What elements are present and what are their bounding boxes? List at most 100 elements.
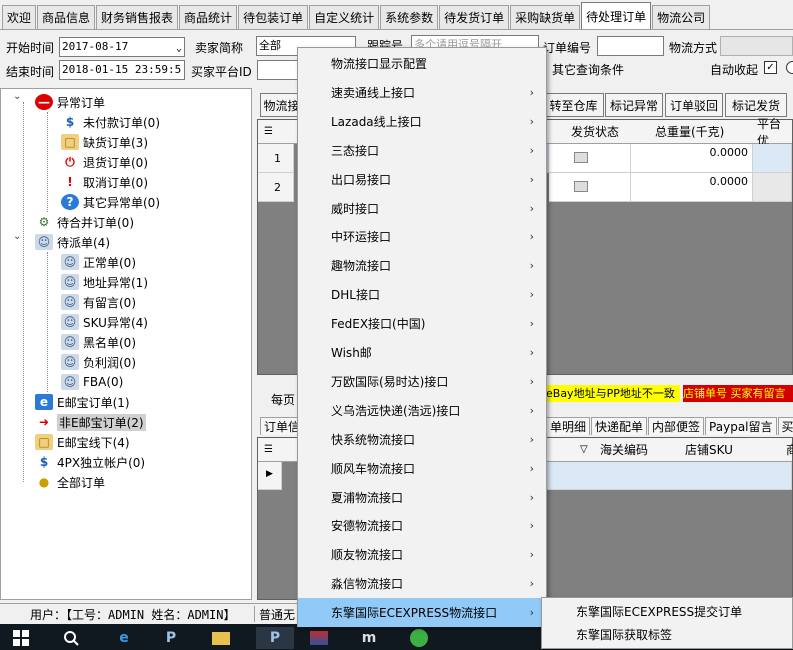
menu-item-8[interactable]: DHL接口 › xyxy=(298,280,546,309)
menu-item-label: 顺风车物流接口 xyxy=(331,461,416,476)
coins-icon: ● xyxy=(38,475,50,489)
tree-item-16[interactable]: ➜ 非E邮宝订单(2) xyxy=(35,412,146,432)
menu-item-14[interactable]: 顺风车物流接口 › xyxy=(298,454,546,483)
menu-item-16[interactable]: 安德物流接口 › xyxy=(298,511,546,540)
tree-item-11[interactable]: ☺ SKU异常(4) xyxy=(61,312,148,332)
tree-item-13[interactable]: ☺ 负利润(0) xyxy=(61,352,136,372)
tree-item-5[interactable]: ? 其它异常单(0) xyxy=(61,192,160,212)
expand-toggle-icon[interactable]: ⌄ xyxy=(13,231,21,242)
tree-item-14[interactable]: ☺ FBA(0) xyxy=(61,372,123,392)
tab-0[interactable]: 欢迎 xyxy=(2,5,37,29)
menu-item-label: 快系统物流接口 xyxy=(331,432,416,447)
grid-menu-icon[interactable]: ☰ xyxy=(264,444,273,455)
app-p-icon[interactable]: P xyxy=(160,627,182,649)
tree-item-label: SKU异常(4) xyxy=(83,315,148,330)
search-icon[interactable] xyxy=(60,627,82,649)
tab-9[interactable]: 待处理订单 xyxy=(581,2,652,29)
start-time-field[interactable]: 2017-08-17 ⌄ xyxy=(59,37,185,57)
address-mismatch-banner: eBay地址与PP地址不一致 xyxy=(546,385,680,402)
menu-item-6[interactable]: 中环运接口 › xyxy=(298,222,546,251)
menu-item-19[interactable]: 东擎国际ECEXPRESS物流接口 › xyxy=(298,598,546,628)
tab-7[interactable]: 待发货订单 xyxy=(439,5,510,29)
tree-item-12[interactable]: ☺ 黑名单(0) xyxy=(61,332,136,352)
menu-item-15[interactable]: 夏浦物流接口 › xyxy=(298,483,546,512)
menu-item-18[interactable]: 淼信物流接口 › xyxy=(298,569,546,598)
user-icon: ☺ xyxy=(61,314,79,330)
tree-item-1[interactable]: $ 未付款订单(0) xyxy=(61,112,160,132)
menu-item-11[interactable]: 万欧国际(易时达)接口 › xyxy=(298,367,546,396)
tab-6[interactable]: 系统参数 xyxy=(380,5,439,29)
end-time-label: 结束时间 xyxy=(6,65,55,79)
tab-8[interactable]: 采购缺货单 xyxy=(510,5,581,29)
tree-item-label: 取消订单(0) xyxy=(83,175,148,190)
menu-item-5[interactable]: 威时接口 › xyxy=(298,194,546,223)
tree-item-label: 其它异常单(0) xyxy=(83,195,160,210)
row-selector[interactable]: ▶ xyxy=(258,462,282,490)
tree-item-8[interactable]: ☺ 正常单(0) xyxy=(61,252,136,272)
tab-order-detail[interactable]: 单明细 xyxy=(546,417,591,435)
platform-id-input[interactable] xyxy=(257,60,302,80)
tree-item-19[interactable]: ● 全部订单 xyxy=(35,472,105,492)
tree-item-3[interactable]: ⏻ 退货订单(0) xyxy=(61,152,148,172)
tree-item-0[interactable]: — 异常订单 xyxy=(35,92,105,112)
app-p-active-icon[interactable]: P xyxy=(256,627,294,649)
tab-internal-note[interactable]: 内部便签 xyxy=(648,417,705,435)
menu-item-ecexpress-label[interactable]: 东擎国际获取标签 xyxy=(542,623,792,646)
auto-fold-radio[interactable] xyxy=(786,61,793,74)
tree-item-10[interactable]: ☺ 有留言(0) xyxy=(61,292,136,312)
tree-item-18[interactable]: $4PX独立帐户(0) xyxy=(35,452,145,472)
auto-fold-checkbox[interactable]: ✓ xyxy=(764,61,777,74)
tab-3[interactable]: 商品统计 xyxy=(179,5,238,29)
end-time-field[interactable]: 2018-01-15 23:59:5 xyxy=(59,60,185,80)
mark-shipped-button[interactable]: 标记发货 xyxy=(725,93,787,117)
menu-item-1[interactable]: 速卖通线上接口 › xyxy=(298,78,546,107)
expand-toggle-icon[interactable]: ⌄ xyxy=(13,91,21,102)
menu-item-9[interactable]: FedEX接口(中国) › xyxy=(298,309,546,338)
logistics-select[interactable] xyxy=(720,36,793,56)
edge-icon[interactable]: e xyxy=(113,627,135,649)
menu-item-17[interactable]: 顺友物流接口 › xyxy=(298,540,546,569)
tree-item-7[interactable]: ☺ 待派单(4) xyxy=(35,232,110,252)
tab-2[interactable]: 财务销售报表 xyxy=(96,5,179,29)
ship-status-cell[interactable] xyxy=(549,144,631,173)
menu-item-0[interactable]: 物流接口显示配置 xyxy=(298,49,546,78)
tab-paypal-msg[interactable]: Paypal留言 xyxy=(705,417,777,435)
tab-10[interactable]: 物流公司 xyxy=(652,5,711,29)
reject-order-button[interactable]: 订单驳回 xyxy=(665,93,723,117)
tab-courier[interactable]: 快递配单 xyxy=(591,417,648,435)
menu-item-3[interactable]: 三态接口 › xyxy=(298,136,546,165)
ship-status-cell[interactable] xyxy=(549,173,631,202)
tree-item-label: 退货订单(0) xyxy=(83,155,148,170)
order-number-input[interactable] xyxy=(597,36,664,56)
menu-item-ecexpress-submit[interactable]: 东擎国际ECEXPRESS提交订单 xyxy=(542,600,792,623)
start-time-value: 2017-08-17 xyxy=(62,40,129,53)
tab-buyer[interactable]: 买家 xyxy=(777,417,793,435)
tree-item-17[interactable]: □ E邮宝线下(4) xyxy=(35,432,130,452)
folder-icon[interactable] xyxy=(210,627,232,649)
app-green-icon[interactable] xyxy=(408,627,430,649)
app-flag-icon[interactable] xyxy=(308,627,330,649)
tree-item-9[interactable]: ☺ 地址异常(1) xyxy=(61,272,148,292)
tree-item-15[interactable]: e E邮宝订单(1) xyxy=(35,392,130,412)
menu-item-2[interactable]: Lazada线上接口 › xyxy=(298,107,546,136)
tree-item-2[interactable]: □ 缺货订单(3) xyxy=(61,132,148,152)
other-conditions-label[interactable]: 其它查询条件 xyxy=(552,61,624,78)
tree-item-label: 待合并订单(0) xyxy=(57,215,134,230)
e-icon: e xyxy=(35,394,53,410)
mark-exception-button[interactable]: 标记异常 xyxy=(605,93,663,117)
grid-menu-icon[interactable]: ☰ xyxy=(264,126,273,137)
tab-5[interactable]: 自定义统计 xyxy=(309,5,380,29)
tree-item-6[interactable]: ⚙ 待合并订单(0) xyxy=(35,212,134,232)
tab-1[interactable]: 商品信息 xyxy=(37,5,96,29)
tab-4[interactable]: 待包装订单 xyxy=(238,5,309,29)
menu-item-10[interactable]: Wish邮 › xyxy=(298,338,546,367)
menu-item-7[interactable]: 趣物流接口 › xyxy=(298,251,546,280)
menu-item-4[interactable]: 出口易接口 › xyxy=(298,165,546,194)
transfer-warehouse-button[interactable]: 转至仓库 xyxy=(543,93,604,117)
menu-item-12[interactable]: 义乌浩远快递(浩远)接口 › xyxy=(298,396,546,425)
tree-item-4[interactable]: ! 取消订单(0) xyxy=(61,172,148,192)
logistics-context-menu: 物流接口显示配置 速卖通线上接口 › Lazada线上接口 › 三态接口 › 出口易接口 › 威时… xyxy=(297,47,547,628)
app-m-icon[interactable]: m xyxy=(358,627,380,649)
menu-item-13[interactable]: 快系统物流接口 › xyxy=(298,425,546,454)
windows-start-icon[interactable] xyxy=(10,627,32,649)
